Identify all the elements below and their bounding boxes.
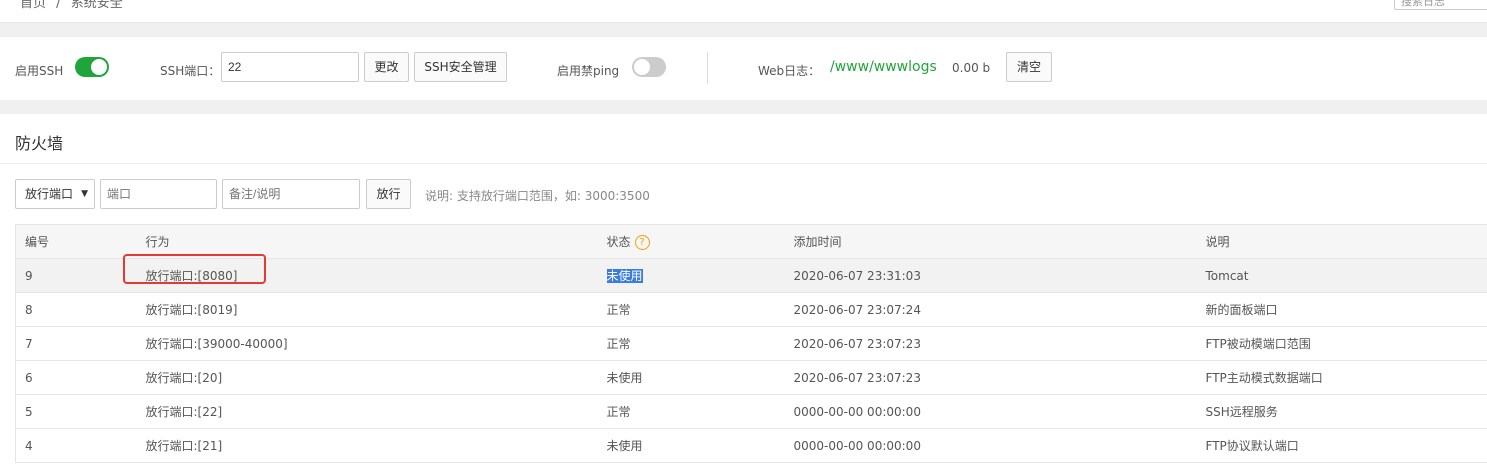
divider bbox=[707, 52, 708, 84]
row-time: 2020-06-07 23:07:24 bbox=[784, 292, 1197, 327]
row-status: 正常 bbox=[597, 326, 785, 361]
row-status: 未使用 bbox=[597, 360, 785, 395]
ssh-port-input[interactable] bbox=[221, 52, 359, 82]
firewall-title: 防火墙 bbox=[15, 134, 64, 153]
ping-block-label: 启用禁ping bbox=[557, 64, 620, 78]
row-id: 8 bbox=[15, 292, 137, 327]
row-time: 2020-06-07 23:07:23 bbox=[784, 360, 1197, 395]
ssh-port-label: SSH端口： bbox=[160, 64, 221, 78]
breadcrumb: 首页 / 系统安全 bbox=[20, 0, 129, 11]
row-id: 9 bbox=[15, 258, 137, 293]
table-row: 8 放行端口:[8019] 正常 2020-06-07 23:07:24 新的面… bbox=[15, 292, 1487, 327]
table-row: 5 放行端口:[22] 正常 0000-00-00 00:00:00 SSH远程… bbox=[15, 394, 1487, 429]
ssh-enable-label: 启用SSH bbox=[15, 64, 64, 78]
rule-type-select[interactable]: 放行端口 ▼ bbox=[15, 179, 95, 209]
ssh-toggle[interactable] bbox=[75, 57, 109, 77]
row-status: 正常 bbox=[597, 394, 785, 429]
row-time: 2020-06-07 23:07:23 bbox=[784, 326, 1197, 361]
table-row: 6 放行端口:[20] 未使用 2020-06-07 23:07:23 FTP主… bbox=[15, 360, 1487, 395]
row-note[interactable]: FTP主动模式数据端口 bbox=[1196, 360, 1487, 395]
note-input[interactable] bbox=[222, 179, 360, 209]
row-note[interactable]: SSH远程服务 bbox=[1196, 394, 1487, 429]
toggle-knob bbox=[634, 59, 650, 75]
toggle-knob bbox=[91, 59, 107, 75]
web-log-label: Web日志： bbox=[758, 64, 821, 78]
row-time: 0000-00-00 00:00:00 bbox=[784, 394, 1197, 429]
row-action: 放行端口:[39000-40000] bbox=[136, 326, 598, 361]
row-action: 放行端口:[8019] bbox=[136, 292, 598, 327]
row-note[interactable]: 新的面板端口 bbox=[1196, 292, 1487, 327]
status-text: 未使用 bbox=[606, 269, 643, 283]
ping-block-toggle[interactable] bbox=[632, 57, 666, 77]
row-note[interactable]: Tomcat bbox=[1196, 258, 1487, 293]
web-log-path-link[interactable]: /www/wwwlogs bbox=[830, 59, 937, 75]
row-note[interactable]: FTP协议默认端口 bbox=[1196, 428, 1487, 463]
divider bbox=[0, 163, 1487, 164]
allow-port-button[interactable]: 放行 bbox=[366, 179, 411, 209]
row-id: 6 bbox=[15, 360, 137, 395]
breadcrumb-current: 系统安全 bbox=[70, 0, 123, 11]
row-note[interactable]: FTP被动模端口范围 bbox=[1196, 326, 1487, 361]
port-input[interactable] bbox=[100, 179, 217, 209]
clear-log-button[interactable]: 清空 bbox=[1006, 52, 1052, 82]
row-status: 未使用 bbox=[597, 428, 785, 463]
question-icon[interactable]: ? bbox=[634, 235, 650, 250]
breadcrumb-home[interactable]: 首页 bbox=[20, 0, 46, 11]
table-row: 7 放行端口:[39000-40000] 正常 2020-06-07 23:07… bbox=[15, 326, 1487, 361]
row-status: 正常 bbox=[597, 292, 785, 327]
row-id: 4 bbox=[15, 428, 137, 463]
table-row: 4 放行端口:[21] 未使用 0000-00-00 00:00:00 FTP协… bbox=[15, 428, 1487, 463]
row-time: 2020-06-07 23:31:03 bbox=[784, 258, 1197, 293]
row-id: 7 bbox=[15, 326, 137, 361]
column-header-time[interactable]: 添加时间 bbox=[784, 224, 1197, 259]
breadcrumb-separator: / bbox=[56, 0, 61, 11]
column-header-status: 状态? bbox=[597, 224, 785, 259]
port-hint: 说明: 支持放行端口范围，如: 3000:3500 bbox=[425, 189, 650, 203]
column-header-id[interactable]: 编号 bbox=[15, 224, 137, 259]
web-log-size: 0.00 b bbox=[952, 61, 991, 75]
ssh-manage-button[interactable]: SSH安全管理 bbox=[414, 52, 507, 82]
row-action: 放行端口:[22] bbox=[136, 394, 598, 429]
change-port-button[interactable]: 更改 bbox=[364, 52, 409, 82]
status-header-label: 状态 bbox=[606, 235, 631, 249]
row-status: 未使用 bbox=[597, 258, 785, 293]
rule-type-value: 放行端口 bbox=[25, 187, 74, 201]
highlight-box bbox=[123, 254, 266, 284]
caret-down-icon: ▼ bbox=[81, 189, 88, 199]
column-header-note: 说明 bbox=[1196, 224, 1487, 259]
row-id: 5 bbox=[15, 394, 137, 429]
row-action: 放行端口:[21] bbox=[136, 428, 598, 463]
row-time: 0000-00-00 00:00:00 bbox=[784, 428, 1197, 463]
row-action: 放行端口:[20] bbox=[136, 360, 598, 395]
log-search-input[interactable]: 搜索日志 bbox=[1394, 0, 1487, 10]
security-settings-panel: 启用SSH SSH端口： 更改 SSH安全管理 启用禁ping Web日志： /… bbox=[0, 37, 1487, 100]
top-bar: 首页 / 系统安全 搜索日志 bbox=[0, 0, 1487, 23]
